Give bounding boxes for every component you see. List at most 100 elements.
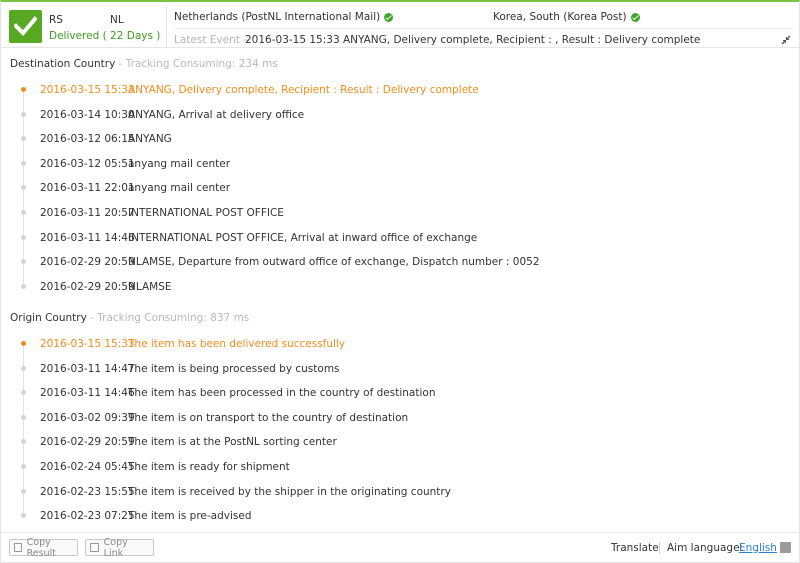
copy-result-label: Copy Result bbox=[26, 536, 56, 559]
footer-divider bbox=[659, 542, 660, 554]
delivery-status-text: Delivered ( 22 Days ) bbox=[49, 30, 161, 42]
delivered-status-badge bbox=[9, 10, 42, 43]
timeline-event: 2016-03-12 05:51 anyang mail center bbox=[1, 158, 781, 182]
origin-section-title: Origin Country - Tracking Consuming: 837… bbox=[10, 312, 249, 324]
destination-country-code: NL bbox=[110, 14, 124, 26]
destination-carrier: Korea, South (Korea Post) bbox=[493, 11, 640, 23]
tracking-panel: RS NL Delivered ( 22 Days ) Netherlands … bbox=[0, 0, 800, 563]
check-icon bbox=[14, 16, 37, 36]
timeline-event: 2016-03-11 14:47 The item is being proces… bbox=[1, 363, 781, 387]
event-time: 2016-03-14 10:30 bbox=[40, 108, 135, 121]
timeline-event: 2016-03-14 10:30 ANYANG, Arrival at deliv… bbox=[1, 109, 781, 133]
timeline-event: 2016-03-15 15:33 ANYANG, Delivery complet… bbox=[1, 84, 781, 108]
event-description: INTERNATIONAL POST OFFICE, Arrival at in… bbox=[128, 231, 478, 244]
event-dot-icon bbox=[21, 160, 26, 166]
copy-link-button[interactable]: Copy Link bbox=[85, 536, 154, 559]
translate-toggle[interactable] bbox=[780, 542, 791, 553]
header-divider bbox=[166, 4, 167, 48]
event-time: 2016-03-11 14:46 bbox=[40, 387, 135, 400]
event-description: NLAMSE bbox=[128, 280, 172, 293]
event-time: 2016-02-29 20:59 bbox=[40, 256, 135, 269]
event-dot-icon bbox=[21, 439, 26, 445]
check-circle-icon bbox=[384, 12, 394, 22]
event-time: 2016-03-12 06:15 bbox=[40, 133, 135, 146]
event-description: The item is at the PostNL sorting center bbox=[128, 436, 337, 449]
event-description: ANYANG, Arrival at delivery office bbox=[128, 108, 305, 121]
header-rule bbox=[174, 28, 793, 29]
event-time: 2016-02-29 20:59 bbox=[40, 280, 135, 293]
timeline-event: 2016-02-29 20:59 NLAMSE bbox=[1, 281, 781, 305]
timeline-event: 2016-03-11 14:46 INTERNATIONAL POST OFFIC… bbox=[1, 232, 781, 256]
origin-consuming-time: - Tracking Consuming: 837 ms bbox=[86, 312, 250, 324]
origin-carrier: Netherlands (PostNL International Mail) bbox=[174, 11, 394, 23]
event-dot-icon bbox=[21, 259, 26, 265]
event-time: 2016-03-02 09:39 bbox=[40, 411, 135, 424]
event-time: 2016-02-29 20:59 bbox=[40, 436, 135, 449]
destination-consuming-time: - Tracking Consuming: 234 ms bbox=[115, 58, 278, 70]
event-dot-icon bbox=[21, 185, 26, 191]
event-time: 2016-03-11 14:47 bbox=[40, 362, 135, 375]
latest-event-dot-icon bbox=[21, 341, 26, 346]
event-dot-icon bbox=[21, 488, 26, 494]
destination-section-title: Destination Country - Tracking Consuming… bbox=[10, 58, 278, 70]
timeline-event: 2016-03-11 22:01 anyang mail center bbox=[1, 182, 781, 206]
timeline-event: 2016-03-11 14:46 The item has been proces… bbox=[1, 387, 781, 411]
event-description: anyang mail center bbox=[128, 182, 231, 195]
event-dot-icon bbox=[21, 283, 26, 289]
event-description: The item has been processed in the count… bbox=[128, 387, 436, 400]
event-dot-icon bbox=[21, 234, 26, 240]
copy-icon bbox=[14, 543, 22, 552]
latest-event-dot-icon bbox=[21, 87, 26, 92]
event-description: The item is received by the shipper in t… bbox=[128, 485, 451, 498]
event-time: 2016-03-15 15:33 bbox=[40, 84, 135, 96]
timeline-event: 2016-03-12 06:15 ANYANG bbox=[1, 133, 781, 157]
copy-result-button[interactable]: Copy Result bbox=[9, 536, 78, 559]
copy-link-label: Copy Link bbox=[103, 536, 128, 559]
event-time: 2016-02-24 05:45 bbox=[40, 461, 135, 473]
tracking-header: RS NL Delivered ( 22 Days ) Netherlands … bbox=[2, 4, 799, 48]
event-description: The item is ready for shipment bbox=[128, 461, 290, 473]
origin-country-code: RS bbox=[49, 14, 63, 26]
destination-title: Destination Country bbox=[10, 58, 116, 70]
origin-carrier-name: Netherlands (PostNL International Mail) bbox=[174, 11, 381, 23]
event-time: 2016-03-15 15:33 bbox=[40, 338, 135, 350]
origin-title: Origin Country bbox=[10, 312, 87, 324]
event-time: 2016-02-23 15:55 bbox=[40, 485, 135, 498]
timeline-event: 2016-02-29 20:59 The item is at the PostN… bbox=[1, 436, 781, 460]
event-description: The item is being processed by customs bbox=[128, 362, 340, 375]
event-dot-icon bbox=[21, 111, 26, 117]
language-link[interactable]: English bbox=[739, 542, 777, 554]
event-description: ANYANG, Delivery complete, Recipient : R… bbox=[128, 84, 479, 96]
event-time: 2016-03-11 14:46 bbox=[40, 231, 135, 244]
event-description: anyang mail center bbox=[128, 157, 231, 170]
timeline-event: 2016-02-23 07:25 The item is pre-advised bbox=[1, 510, 781, 534]
event-dot-icon bbox=[21, 390, 26, 396]
event-description: INTERNATIONAL POST OFFICE bbox=[128, 207, 284, 219]
timeline-event: 2016-03-15 15:33 The item has been delive… bbox=[1, 338, 781, 362]
event-description: ANYANG bbox=[128, 133, 172, 146]
check-circle-icon bbox=[630, 12, 640, 22]
timeline-event: 2016-03-02 09:39 The item is on transport… bbox=[1, 412, 781, 436]
collapse-icon[interactable] bbox=[781, 35, 791, 45]
link-icon bbox=[90, 543, 99, 552]
translate-label: Translate bbox=[611, 542, 659, 554]
event-time: 2016-03-11 22:01 bbox=[40, 182, 135, 195]
latest-event-text: 2016-03-15 15:33 ANYANG, Delivery comple… bbox=[245, 34, 701, 46]
event-description: The item has been delivered successfully bbox=[128, 338, 346, 350]
event-dot-icon bbox=[21, 365, 26, 371]
event-dot-icon bbox=[21, 136, 26, 142]
timeline-event: 2016-02-24 05:45 The item is ready for sh… bbox=[1, 461, 781, 485]
timeline-event: 2016-02-29 20:59 NLAMSE, Departure from o… bbox=[1, 256, 781, 280]
destination-carrier-name: Korea, South (Korea Post) bbox=[493, 11, 627, 23]
timeline-event: 2016-03-11 20:57 INTERNATIONAL POST OFFIC… bbox=[1, 207, 781, 231]
event-dot-icon bbox=[21, 210, 26, 215]
tracking-footer: Copy Result Copy Link Translate Aim lang… bbox=[2, 532, 799, 563]
timeline-event: 2016-02-23 15:55 The item is received by … bbox=[1, 486, 781, 510]
latest-event-label: Latest Event -- bbox=[174, 34, 251, 46]
aim-language-label: Aim language: bbox=[667, 542, 744, 554]
event-dot-icon bbox=[21, 464, 26, 469]
event-description: The item is on transport to the country … bbox=[128, 411, 409, 424]
event-time: 2016-03-12 05:51 bbox=[40, 157, 135, 170]
event-dot-icon bbox=[21, 414, 26, 420]
event-time: 2016-02-23 07:25 bbox=[40, 510, 135, 523]
